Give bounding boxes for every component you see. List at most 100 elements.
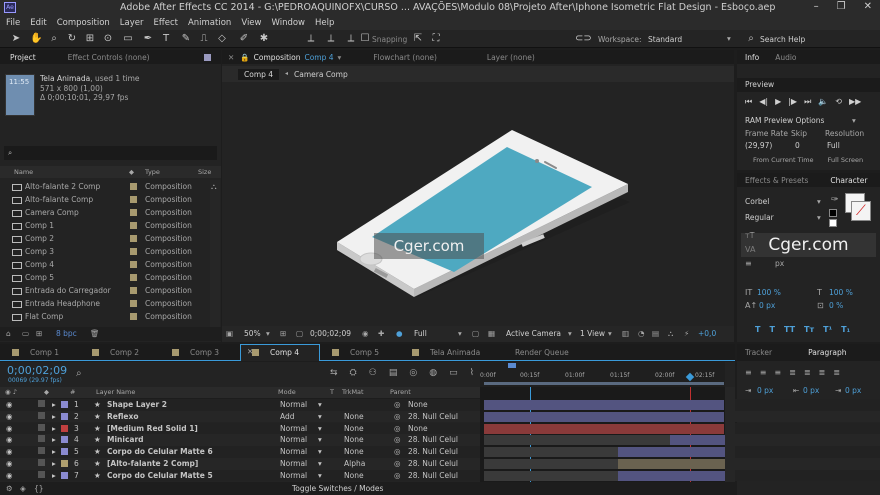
- timeline-search-icon[interactable]: ⌕: [76, 368, 82, 379]
- timeline-tab[interactable]: Comp 2: [110, 348, 139, 357]
- col-type[interactable]: Type: [145, 166, 160, 178]
- audio-icon[interactable]: 🔈: [818, 97, 828, 107]
- from-current-time-checkbox[interactable]: From Current Time: [753, 156, 814, 164]
- eye-icon[interactable]: ◉: [6, 458, 13, 470]
- menu-composition[interactable]: Composition: [57, 18, 110, 28]
- zoom-tool-icon[interactable]: ⌕: [48, 33, 60, 45]
- align-center-icon[interactable]: ≡: [760, 368, 767, 377]
- region-of-interest-icon[interactable]: ▢: [472, 326, 479, 342]
- menu-help[interactable]: Help: [315, 18, 334, 28]
- layer-name[interactable]: [Medium Red Solid 1]: [107, 423, 198, 435]
- close-tab-icon[interactable]: ✕: [247, 347, 253, 356]
- minimize-icon[interactable]: –: [814, 1, 819, 12]
- type-tool-icon[interactable]: T: [160, 33, 172, 45]
- tab-audio[interactable]: Audio: [767, 53, 804, 62]
- breadcrumb-comp4[interactable]: Comp 4: [238, 69, 280, 80]
- label-color-swatch[interactable]: [130, 235, 137, 242]
- layer-row[interactable]: ◉ ▸ 6 ★ [Alto-falante 2 Comp] Normal ▾ Alpha ◎ 28…: [0, 458, 880, 470]
- close-icon[interactable]: ✕: [864, 1, 872, 12]
- layer-parent[interactable]: 28. Null Celul: [408, 434, 458, 446]
- layer-trkmat[interactable]: None: [344, 446, 364, 458]
- graph-icon[interactable]: ⌇: [470, 368, 474, 378]
- horizontal-scale-value[interactable]: 100 %: [829, 288, 853, 297]
- loop-icon[interactable]: ⟲: [835, 97, 842, 107]
- project-item[interactable]: Entrada do Carregador Composition: [0, 284, 210, 297]
- project-item[interactable]: Comp 3 Composition: [0, 245, 210, 258]
- superscript-icon[interactable]: T¹: [823, 325, 832, 334]
- vertical-scale-value[interactable]: 100 %: [757, 288, 781, 297]
- justify-last-center-icon[interactable]: ≣: [804, 368, 811, 377]
- layer-name[interactable]: Reflexo: [107, 411, 139, 423]
- brush-tool-icon[interactable]: ✎: [180, 33, 192, 45]
- align-left-icon[interactable]: ≡: [745, 368, 752, 377]
- frame-blending-icon[interactable]: ▤: [389, 368, 398, 378]
- axis-local-icon[interactable]: ⟂: [305, 33, 317, 45]
- mode-dropdown-icon[interactable]: ▾: [318, 411, 322, 423]
- eye-icon[interactable]: ◉: [6, 423, 13, 435]
- col-parent[interactable]: Parent: [390, 387, 411, 398]
- axis-world-icon[interactable]: ⟂: [325, 33, 337, 45]
- rectangle-tool-icon[interactable]: ▭: [122, 33, 134, 45]
- tab-flowchart[interactable]: Flowchart (none): [365, 53, 445, 62]
- next-frame-icon[interactable]: |▶: [788, 97, 797, 107]
- style-dropdown-icon[interactable]: ▾: [817, 213, 821, 222]
- menu-layer[interactable]: Layer: [120, 18, 144, 28]
- frame-rate-select[interactable]: (29,97): [745, 141, 772, 150]
- layer-parent[interactable]: 28. Null Celul: [408, 470, 458, 482]
- layer-trkmat[interactable]: Alpha: [344, 458, 365, 470]
- layer-name[interactable]: Minicard: [107, 434, 144, 446]
- axis-view-icon[interactable]: ⟂: [345, 33, 357, 45]
- layer-label-color[interactable]: [61, 436, 68, 444]
- tab-effect-controls[interactable]: Effect Controls (none): [44, 53, 158, 62]
- layer-mode[interactable]: Normal: [280, 434, 307, 446]
- layer-parent[interactable]: 28. Null Celul: [408, 458, 458, 470]
- layer-duration-bar[interactable]: [484, 400, 724, 410]
- lock-switch[interactable]: [38, 435, 45, 443]
- show-snapshot-icon[interactable]: ✚: [378, 326, 384, 342]
- last-frame-icon[interactable]: ⏭: [804, 97, 811, 107]
- eye-icon[interactable]: ◉: [6, 411, 13, 423]
- expand-arrow-icon[interactable]: ▸: [52, 458, 56, 470]
- time-ruler[interactable]: 0:00f 00:15f 01:00f 01:15f 02:00f 02:15f: [480, 362, 725, 387]
- layer-parent[interactable]: 28. Null Celul: [408, 411, 458, 423]
- graph-editor-icon[interactable]: ▭: [449, 368, 458, 378]
- tab-character[interactable]: Character: [822, 176, 875, 185]
- selection-tool-icon[interactable]: ➤: [10, 33, 22, 45]
- layer-mode[interactable]: Normal: [280, 446, 307, 458]
- expand-arrow-icon[interactable]: ▸: [52, 446, 56, 458]
- brainstorm-icon[interactable]: ◍: [429, 368, 437, 378]
- label-color-swatch[interactable]: [130, 313, 137, 320]
- label-color-swatch[interactable]: [130, 196, 137, 203]
- preview-resolution-select[interactable]: Full: [827, 141, 840, 150]
- ram-preview-icon[interactable]: ▶▶: [849, 97, 861, 107]
- menu-edit[interactable]: Edit: [30, 18, 46, 28]
- always-preview-icon[interactable]: ▣: [226, 326, 233, 342]
- flowchart-icon[interactable]: ⛬: [211, 182, 217, 192]
- comp-viewport[interactable]: [222, 82, 734, 326]
- layer-mode[interactable]: Add: [280, 411, 295, 423]
- tsume-value[interactable]: 0 %: [829, 301, 843, 310]
- layer-name[interactable]: Shape Layer 2: [107, 399, 167, 411]
- new-comp-icon[interactable]: ⊞: [36, 329, 42, 338]
- new-folder-icon[interactable]: ▭: [22, 329, 29, 338]
- mode-dropdown-icon[interactable]: ▾: [318, 423, 322, 435]
- expand-arrow-icon[interactable]: ▸: [52, 470, 56, 482]
- col-trkmat[interactable]: TrkMat: [342, 387, 364, 398]
- first-indent-value[interactable]: 0 px: [845, 386, 861, 395]
- ram-dropdown-icon[interactable]: ▾: [852, 116, 856, 125]
- expand-arrow-icon[interactable]: ▸: [52, 423, 56, 435]
- lock-icon[interactable]: 🔒: [240, 53, 249, 62]
- layer-label-color[interactable]: [61, 460, 68, 467]
- hand-tool-icon[interactable]: ✋: [30, 33, 42, 45]
- label-color-swatch[interactable]: [130, 274, 137, 281]
- play-icon[interactable]: ▶: [775, 97, 781, 107]
- label-color-swatch[interactable]: [130, 300, 137, 307]
- timeline-tab[interactable]: Tela Animada: [430, 348, 480, 357]
- lock-switch[interactable]: [38, 400, 45, 407]
- work-area-bar[interactable]: [484, 382, 724, 385]
- rotate-tool-icon[interactable]: ↻: [66, 33, 78, 45]
- justify-last-right-icon[interactable]: ≣: [819, 368, 826, 377]
- black-swatch[interactable]: [829, 209, 837, 217]
- project-item[interactable]: Comp 5 Composition: [0, 271, 210, 284]
- eye-icon[interactable]: ◉: [6, 446, 13, 458]
